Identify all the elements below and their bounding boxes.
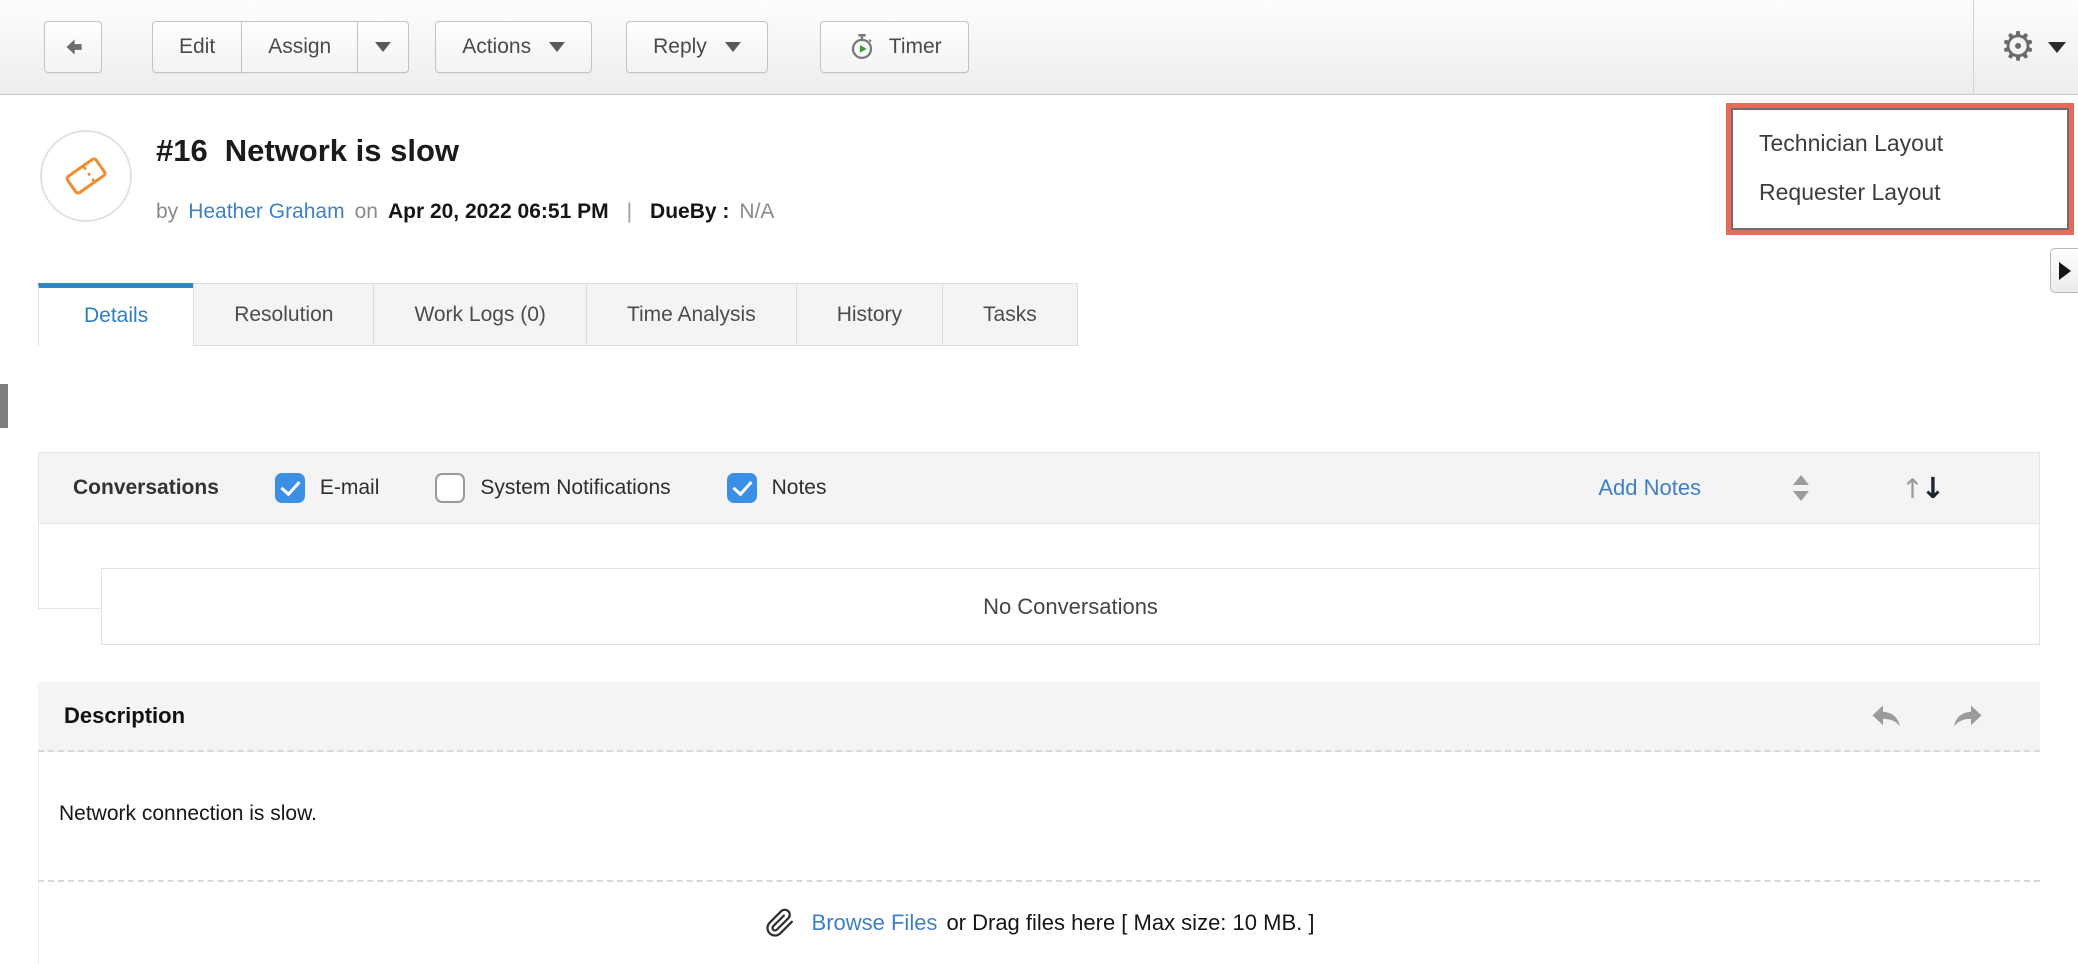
dueby-value: N/A (739, 200, 774, 224)
tab-details[interactable]: Details (38, 283, 194, 346)
ticket-detail-page: Edit Assign Actions Reply Timer (0, 0, 2078, 964)
no-conversations-text: No Conversations (983, 594, 1158, 620)
ticket-subject: Network is slow (225, 133, 459, 168)
collapse-panel-button[interactable] (2050, 248, 2078, 293)
back-arrow-icon (60, 34, 86, 60)
layout-menu-list: Technician Layout Requester Layout (1731, 108, 2069, 230)
expand-collapse-icon[interactable] (1793, 475, 1809, 501)
chevron-down-icon (375, 42, 391, 52)
timer-button[interactable]: Timer (820, 21, 969, 73)
conversations-title: Conversations (73, 476, 219, 500)
created-timestamp: Apr 20, 2022 06:51 PM (388, 200, 609, 224)
edit-button[interactable]: Edit (152, 21, 242, 73)
checkbox-checked-icon (275, 473, 305, 503)
no-conversations-box: No Conversations (101, 568, 2040, 645)
settings-gear-button[interactable]: ⚙ (2000, 27, 2078, 67)
chevron-down-icon (2048, 42, 2066, 53)
sort-order-icon[interactable]: ↑ ↓ (1901, 471, 1945, 505)
arrow-down-icon: ↓ (1921, 471, 1945, 505)
page-title: #16 Network is slow (156, 133, 459, 169)
menu-item-requester-layout[interactable]: Requester Layout (1733, 168, 2067, 217)
tab-resolution[interactable]: Resolution (193, 283, 374, 346)
attachment-dropzone[interactable]: Browse Files or Drag files here [ Max si… (38, 880, 2040, 964)
panel-drag-handle[interactable] (0, 384, 8, 428)
tab-work-logs[interactable]: Work Logs (0) (373, 283, 587, 346)
ticket-byline: by Heather Graham on Apr 20, 2022 06:51 … (156, 200, 774, 224)
reply-icon[interactable] (1868, 698, 1904, 734)
triangle-down-icon (1793, 491, 1809, 501)
ticket-icon (58, 148, 114, 204)
filter-notes[interactable]: Notes (727, 473, 827, 503)
description-header: Description (38, 682, 2040, 752)
conversations-section: Conversations E-mail System Notification… (38, 452, 2040, 609)
checkbox-unchecked-icon (435, 473, 465, 503)
assign-dropdown-button[interactable] (357, 21, 409, 73)
by-label: by (156, 200, 178, 224)
drag-files-hint: or Drag files here [ Max size: 10 MB. ] (946, 910, 1314, 936)
description-section: Description Network connection is slow. … (38, 682, 2040, 964)
filter-email[interactable]: E-mail (275, 473, 380, 503)
description-title: Description (64, 703, 185, 729)
reply-label: Reply (653, 35, 707, 59)
actions-label: Actions (462, 35, 531, 59)
stopwatch-icon (847, 32, 877, 62)
forward-icon[interactable] (1950, 698, 1986, 734)
requester-link[interactable]: Heather Graham (188, 200, 344, 224)
timer-label: Timer (889, 35, 942, 59)
tab-tasks[interactable]: Tasks (942, 283, 1078, 346)
paperclip-icon (765, 908, 795, 938)
on-label: on (355, 200, 378, 224)
tab-time-analysis[interactable]: Time Analysis (586, 283, 797, 346)
ticket-id: #16 (156, 133, 208, 168)
filter-notes-label: Notes (772, 476, 827, 500)
menu-item-technician-layout[interactable]: Technician Layout (1733, 119, 2067, 168)
layout-menu: Technician Layout Requester Layout (1726, 103, 2074, 235)
conversations-header: Conversations E-mail System Notification… (38, 452, 2040, 524)
description-text: Network connection is slow. (39, 752, 2040, 826)
tab-history[interactable]: History (796, 283, 943, 346)
filter-system-notifications-label: System Notifications (480, 476, 670, 500)
toolbar-divider (1973, 0, 1974, 95)
conversations-body: No Conversations (38, 524, 2040, 609)
back-button[interactable] (44, 21, 102, 73)
checkbox-checked-icon (727, 473, 757, 503)
filter-email-label: E-mail (320, 476, 380, 500)
triangle-right-icon (2059, 262, 2071, 280)
chevron-down-icon (725, 42, 741, 52)
ticket-avatar (40, 130, 132, 222)
description-body: Network connection is slow. (38, 752, 2040, 880)
dueby-label: DueBy : (650, 200, 729, 224)
reply-button[interactable]: Reply (626, 21, 768, 73)
actions-button[interactable]: Actions (435, 21, 592, 73)
triangle-up-icon (1793, 475, 1809, 485)
description-actions (1868, 698, 2014, 734)
divider-pipe: | (627, 200, 632, 224)
assign-button[interactable]: Assign (241, 21, 358, 73)
tab-bar: Details Resolution Work Logs (0) Time An… (38, 283, 1078, 346)
gear-icon: ⚙ (2000, 27, 2036, 67)
toolbar-right: ⚙ (1973, 0, 2078, 94)
conversations-actions: Add Notes ↑ ↓ (1598, 471, 2005, 505)
chevron-down-icon (549, 42, 565, 52)
edit-assign-group: Edit Assign (152, 21, 409, 73)
filter-system-notifications[interactable]: System Notifications (435, 473, 670, 503)
add-notes-link[interactable]: Add Notes (1598, 475, 1701, 501)
toolbar: Edit Assign Actions Reply Timer (0, 0, 2078, 95)
browse-files-link[interactable]: Browse Files (812, 910, 938, 936)
